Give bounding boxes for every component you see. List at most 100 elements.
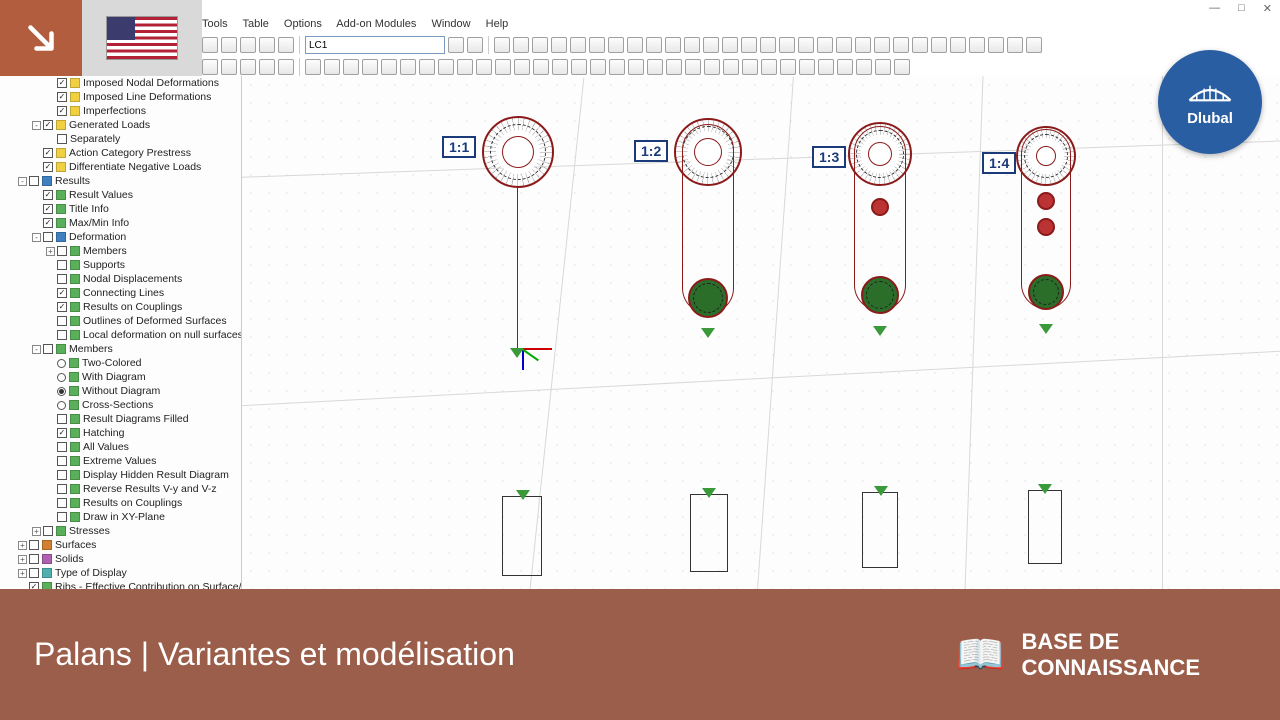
tree-label: Draw in XY-Plane	[83, 511, 165, 523]
checkbox[interactable]: ✓	[43, 218, 53, 228]
checkbox[interactable]: ✓	[57, 288, 67, 298]
checkbox[interactable]: ✓	[57, 106, 67, 116]
checkbox[interactable]	[57, 330, 67, 340]
tree-item[interactable]: ✓Hatching	[0, 426, 241, 440]
navigator-tree[interactable]: ✓Imposed Nodal Deformations✓Imposed Line…	[0, 76, 242, 589]
expand-toggle[interactable]: -	[32, 345, 41, 354]
tree-item[interactable]: Two-Colored	[0, 356, 241, 370]
tree-item[interactable]: Result Diagrams Filled	[0, 412, 241, 426]
tree-item[interactable]: Display Hidden Result Diagram	[0, 468, 241, 482]
color-swatch-icon	[56, 218, 66, 228]
checkbox[interactable]: ✓	[29, 582, 39, 589]
tree-item[interactable]: + Solids	[0, 552, 241, 566]
checkbox[interactable]	[57, 512, 67, 522]
expand-toggle[interactable]: -	[18, 177, 27, 186]
tree-item[interactable]: Separately	[0, 132, 241, 146]
checkbox[interactable]	[57, 442, 67, 452]
tree-item[interactable]: ✓Result Values	[0, 188, 241, 202]
tree-label: Supports	[83, 259, 125, 271]
tree-item[interactable]: Cross-Sections	[0, 398, 241, 412]
book-icon: 📖	[956, 631, 1006, 678]
checkbox[interactable]: ✓	[43, 190, 53, 200]
checkbox[interactable]: ✓	[43, 120, 53, 130]
checkbox[interactable]: ✓	[57, 92, 67, 102]
tree-item[interactable]: Without Diagram	[0, 384, 241, 398]
radio[interactable]	[57, 401, 66, 410]
checkbox[interactable]: ✓	[43, 204, 53, 214]
radio[interactable]	[57, 359, 66, 368]
tree-item[interactable]: -Members	[0, 342, 241, 356]
tree-item[interactable]: Local deformation on null surfaces	[0, 328, 241, 342]
tree-item[interactable]: +Members	[0, 244, 241, 258]
tree-item[interactable]: ✓Max/Min Info	[0, 216, 241, 230]
model-viewport[interactable]: 1:1 1:2 1:3 1:4	[242, 76, 1280, 589]
tree-item[interactable]: Results on Couplings	[0, 496, 241, 510]
lower-model	[502, 496, 542, 576]
expand-toggle[interactable]: +	[18, 569, 27, 578]
language-flag[interactable]	[82, 0, 202, 76]
tree-label: Surfaces	[55, 539, 96, 551]
checkbox[interactable]	[29, 554, 39, 564]
checkbox[interactable]	[57, 498, 67, 508]
expand-toggle[interactable]: -	[32, 233, 41, 242]
expand-toggle[interactable]: -	[32, 121, 41, 130]
expand-toggle[interactable]: +	[18, 555, 27, 564]
tree-item[interactable]: With Diagram	[0, 370, 241, 384]
checkbox[interactable]	[57, 134, 67, 144]
expand-toggle[interactable]: +	[18, 541, 27, 550]
checkbox[interactable]: ✓	[43, 162, 53, 172]
tree-item[interactable]: Nodal Displacements	[0, 272, 241, 286]
tree-item[interactable]: -Results	[0, 174, 241, 188]
checkbox[interactable]	[43, 232, 53, 242]
tree-item[interactable]: ✓ Action Category Prestress	[0, 146, 241, 160]
tree-item[interactable]: ✓Differentiate Negative Loads	[0, 160, 241, 174]
tree-item[interactable]: ✓Title Info	[0, 202, 241, 216]
corner-badge	[0, 0, 82, 76]
checkbox[interactable]: ✓	[57, 302, 67, 312]
checkbox[interactable]: ✓	[57, 428, 67, 438]
radio[interactable]	[57, 387, 66, 396]
tree-item[interactable]: ✓Results on Couplings	[0, 300, 241, 314]
checkbox[interactable]	[57, 484, 67, 494]
checkbox[interactable]	[29, 176, 39, 186]
tree-item[interactable]: ✓Imposed Line Deformations	[0, 90, 241, 104]
tree-item[interactable]: Draw in XY-Plane	[0, 510, 241, 524]
tree-item[interactable]: ✓Ribs - Effective Contribution on Surfac…	[0, 580, 241, 589]
checkbox[interactable]	[57, 470, 67, 480]
tree-item[interactable]: ✓Imposed Nodal Deformations	[0, 76, 241, 90]
checkbox[interactable]	[57, 246, 67, 256]
tree-item[interactable]: -✓Generated Loads	[0, 118, 241, 132]
tree-item[interactable]: +Type of Display	[0, 566, 241, 580]
tree-label: Results on Couplings	[83, 497, 182, 509]
checkbox[interactable]	[43, 526, 53, 536]
checkbox[interactable]: ✓	[57, 78, 67, 88]
tree-item[interactable]: Reverse Results V-y and V-z	[0, 482, 241, 496]
expand-toggle[interactable]: +	[46, 247, 55, 256]
tree-item[interactable]: Outlines of Deformed Surfaces	[0, 314, 241, 328]
tree-item[interactable]: Extreme Values	[0, 454, 241, 468]
expand-toggle[interactable]: +	[32, 527, 41, 536]
checkbox[interactable]	[57, 274, 67, 284]
checkbox[interactable]: ✓	[43, 148, 53, 158]
checkbox[interactable]	[57, 260, 67, 270]
checkbox[interactable]	[57, 316, 67, 326]
maximize-button[interactable]: □	[1238, 2, 1245, 15]
tree-item[interactable]: +Stresses	[0, 524, 241, 538]
tree-item[interactable]: Supports	[0, 258, 241, 272]
close-button[interactable]: ✕	[1263, 2, 1272, 15]
tree-item[interactable]: ✓Connecting Lines	[0, 286, 241, 300]
tree-item[interactable]: All Values	[0, 440, 241, 454]
color-swatch-icon	[69, 372, 79, 382]
tree-item[interactable]: ✓Imperfections	[0, 104, 241, 118]
checkbox[interactable]	[29, 540, 39, 550]
tree-item[interactable]: -Deformation	[0, 230, 241, 244]
checkbox[interactable]	[57, 456, 67, 466]
checkbox[interactable]	[29, 568, 39, 578]
tree-item[interactable]: + Surfaces	[0, 538, 241, 552]
radio[interactable]	[57, 373, 66, 382]
checkbox[interactable]	[57, 414, 67, 424]
checkbox[interactable]	[43, 344, 53, 354]
tree-label: Solids	[55, 553, 84, 565]
minimize-button[interactable]: —	[1209, 2, 1220, 15]
tree-label: Action Category Prestress	[69, 147, 191, 159]
